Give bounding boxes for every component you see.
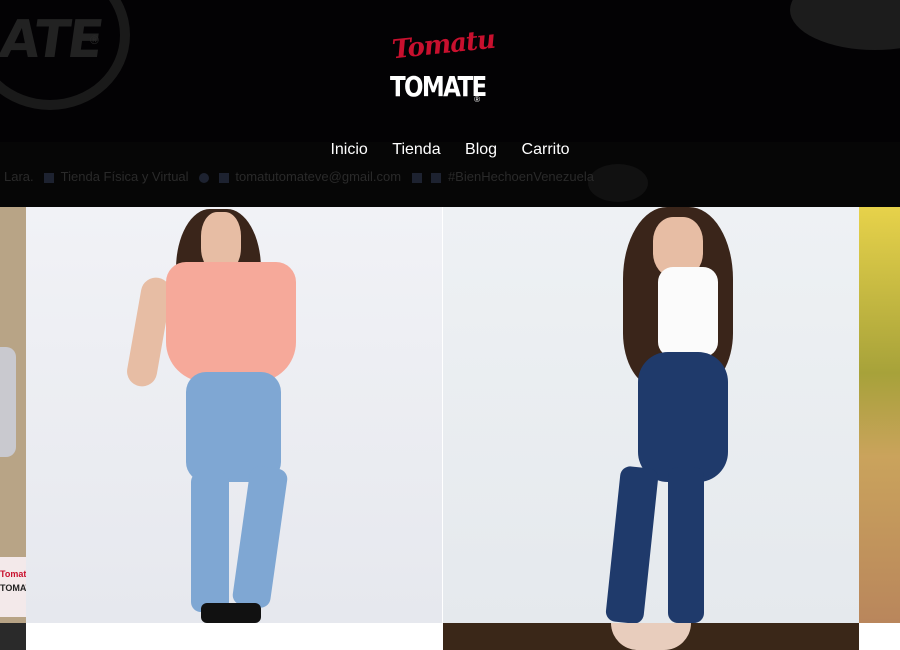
gallery-image-right[interactable] (859, 207, 900, 623)
model-leg-right (668, 467, 704, 623)
site-logo[interactable]: Tomatu TOMATE ® (390, 25, 496, 108)
model-face (611, 623, 691, 650)
shelf-shape (0, 347, 16, 457)
gallery-image-model-dark-jeans[interactable] (443, 207, 859, 623)
product-gallery: Tomatu TOMATE (0, 207, 900, 650)
nav-blog[interactable]: Blog (465, 141, 497, 159)
gallery-image-model-pink-top[interactable] (26, 207, 442, 623)
nav-inicio[interactable]: Inicio (330, 141, 367, 159)
model-leg-right (231, 465, 289, 609)
nav-tienda[interactable]: Tienda (392, 141, 440, 159)
ticker-hashtag: #BienHechoenVenezuela (447, 169, 594, 184)
model-jeans (638, 352, 728, 482)
gallery-image-right-bottom[interactable] (859, 623, 900, 650)
model-leg-left (604, 465, 660, 623)
ticker-location: Lara. (4, 169, 34, 184)
sticker-block-text: TOMATE (0, 583, 26, 593)
background-decoration (790, 0, 900, 50)
gallery-image-left-bottom[interactable] (0, 623, 26, 650)
globe-icon (199, 172, 210, 183)
gallery-image-left[interactable]: Tomatu TOMATE (0, 207, 26, 623)
sticker-script-text: Tomatu (0, 569, 26, 579)
logo-block-text: TOMATE (390, 70, 487, 103)
model-top (166, 262, 296, 382)
home-icon (44, 172, 55, 183)
flag-icon (431, 172, 442, 183)
model-jeans (186, 372, 281, 482)
gallery-image-blank[interactable] (26, 623, 442, 650)
ticker-email: tomatutomateve@gmail.com (235, 169, 402, 184)
logo-script-text: Tomatu (390, 24, 497, 66)
mail-icon (218, 172, 229, 183)
venezuela-flag-icon (411, 172, 422, 183)
main-nav: Inicio Tienda Blog Carrito (0, 141, 900, 159)
model-shoes (201, 603, 261, 623)
logo-registered-mark: ® (474, 95, 480, 104)
ticker-text: Lara. Tienda Física y Virtual tomatutoma… (0, 165, 900, 189)
background-registered-mark: ® (90, 33, 99, 47)
model-leg-left (191, 472, 229, 612)
logo-sticker: Tomatu TOMATE (0, 557, 26, 617)
gallery-image-model-blonde[interactable] (443, 623, 859, 650)
nav-carrito[interactable]: Carrito (522, 141, 570, 159)
ticker-store: Tienda Física y Virtual (60, 169, 189, 184)
model-top (658, 267, 718, 357)
